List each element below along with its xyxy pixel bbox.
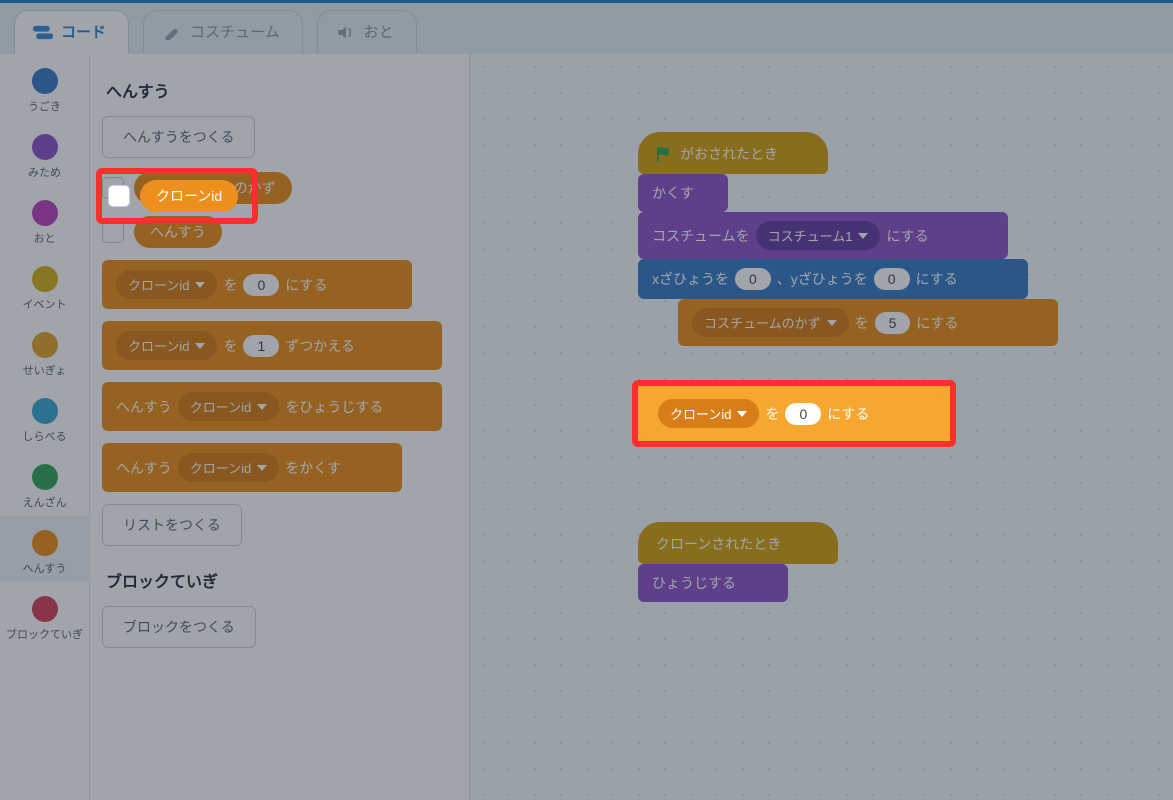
- variable-dropdown[interactable]: クローンid: [178, 392, 279, 421]
- category-dot: [32, 134, 58, 160]
- category-list: うごきみためおとイベントせいぎょしらべるえんざんへんすうブロックていぎ: [0, 54, 90, 800]
- variable-dropdown[interactable]: コスチュームのかず: [692, 308, 849, 337]
- category-イベント[interactable]: イベント: [0, 252, 89, 318]
- block-when-cloned[interactable]: クローンされたとき: [638, 522, 838, 564]
- costume-dropdown[interactable]: コスチューム1: [756, 221, 881, 250]
- block-set-variable[interactable]: クローンid を 0 にする: [102, 260, 412, 309]
- category-えんざん[interactable]: えんざん: [0, 450, 89, 516]
- highlight-clone-var-palette: クローンid: [96, 168, 258, 224]
- var-checkbox[interactable]: [102, 221, 124, 243]
- category-label: えんざん: [0, 494, 89, 510]
- category-label: おと: [0, 230, 89, 246]
- make-list-button[interactable]: リストをつくる: [102, 504, 242, 546]
- category-せいぎょ[interactable]: せいぎょ: [0, 318, 89, 384]
- block-hide[interactable]: かくす: [638, 174, 728, 212]
- category-へんすう[interactable]: へんすう: [0, 516, 89, 582]
- value-input[interactable]: 1: [243, 335, 279, 357]
- category-label: イベント: [0, 296, 89, 312]
- category-label: へんすう: [0, 560, 89, 576]
- brush-icon: [162, 25, 182, 39]
- category-label: みため: [0, 164, 89, 180]
- variable-reporter-clone[interactable]: クローンid: [140, 180, 238, 212]
- tab-costumes-label: コスチューム: [190, 21, 280, 42]
- category-label: うごき: [0, 98, 89, 114]
- sound-icon: [336, 25, 356, 39]
- tab-costumes[interactable]: コスチューム: [143, 10, 303, 56]
- value-input[interactable]: 0: [785, 403, 821, 425]
- block-when-flag-clicked[interactable]: がおされたとき: [638, 132, 828, 174]
- category-label: せいぎょ: [0, 362, 89, 378]
- editor-tabs: コード コスチューム おと: [14, 10, 417, 56]
- x-input[interactable]: 0: [735, 268, 771, 290]
- category-label: しらべる: [0, 428, 89, 444]
- category-dot: [32, 68, 58, 94]
- variable-dropdown[interactable]: クローンid: [116, 270, 217, 299]
- variable-dropdown[interactable]: クローンid: [658, 399, 759, 428]
- palette-heading-myblocks: ブロックていぎ: [106, 568, 457, 592]
- value-input[interactable]: 5: [875, 312, 911, 334]
- block-palette: へんすう へんすうをつくる コスチュームのかず へんすう クローンid を 0 …: [90, 54, 470, 800]
- category-dot: [32, 398, 58, 424]
- category-dot: [32, 266, 58, 292]
- block-show-variable[interactable]: へんすう クローンid をひょうじする: [102, 382, 442, 431]
- block-show[interactable]: ひょうじする: [638, 564, 788, 602]
- tab-code[interactable]: コード: [14, 10, 129, 56]
- category-しらべる[interactable]: しらべる: [0, 384, 89, 450]
- block-hide-variable[interactable]: へんすう クローンid をかくす: [102, 443, 402, 492]
- variable-dropdown[interactable]: クローンid: [178, 453, 279, 482]
- make-block-button[interactable]: ブロックをつくる: [102, 606, 256, 648]
- category-うごき[interactable]: うごき: [0, 54, 89, 120]
- y-input[interactable]: 0: [874, 268, 910, 290]
- value-input[interactable]: 0: [243, 274, 279, 296]
- category-ブロックていぎ[interactable]: ブロックていぎ: [0, 582, 89, 648]
- category-みため[interactable]: みため: [0, 120, 89, 186]
- category-dot: [32, 530, 58, 556]
- category-label: ブロックていぎ: [0, 626, 89, 642]
- block-switch-costume[interactable]: コスチュームを コスチューム1 にする: [638, 212, 1008, 259]
- flag-icon: [656, 146, 674, 162]
- category-dot: [32, 332, 58, 358]
- block-set-xy[interactable]: xざひょうを 0 、yざひょうを 0 にする: [638, 259, 1028, 299]
- category-dot: [32, 464, 58, 490]
- category-dot: [32, 596, 58, 622]
- palette-heading-variables: へんすう: [106, 78, 457, 102]
- make-variable-button[interactable]: へんすうをつくる: [102, 116, 255, 158]
- tab-code-label: コード: [61, 21, 106, 42]
- variable-dropdown[interactable]: クローンid: [116, 331, 217, 360]
- block-set-clone-var[interactable]: クローンid を 0 にする: [644, 390, 944, 437]
- tab-sounds-label: おと: [364, 21, 394, 42]
- code-icon: [33, 25, 53, 39]
- block-change-variable[interactable]: クローンid を 1 ずつかえる: [102, 321, 442, 370]
- var-checkbox[interactable]: [108, 185, 130, 207]
- block-set-costume-var[interactable]: コスチュームのかず を 5 にする: [678, 299, 1058, 346]
- category-おと[interactable]: おと: [0, 186, 89, 252]
- category-dot: [32, 200, 58, 226]
- tab-sounds[interactable]: おと: [317, 10, 417, 56]
